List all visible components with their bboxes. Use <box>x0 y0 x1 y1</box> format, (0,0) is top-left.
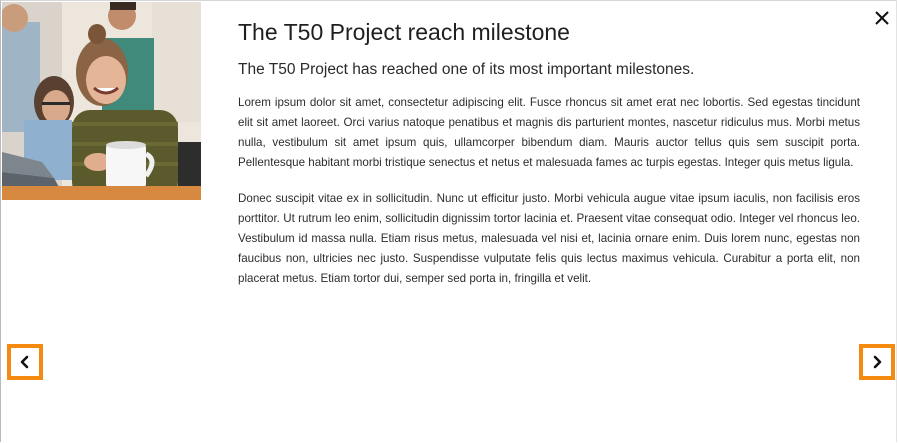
chevron-left-icon <box>20 355 29 369</box>
article-subtitle: The T50 Project has reached one of its m… <box>238 61 695 78</box>
article-content: The T50 Project reach milestone The T50 … <box>238 17 860 289</box>
article-title: The T50 Project reach milestone <box>238 19 570 45</box>
next-button[interactable] <box>859 344 895 380</box>
chevron-right-icon <box>873 355 882 369</box>
close-icon <box>875 11 889 25</box>
article-paragraph: Donec suscipit vitae ex in sollicitudin.… <box>238 192 860 285</box>
previous-button[interactable] <box>7 344 43 380</box>
article-photo <box>2 2 201 200</box>
article-paragraph: Lorem ipsum dolor sit amet, consectetur … <box>238 96 860 169</box>
close-button[interactable] <box>872 8 892 28</box>
news-modal: The T50 Project reach milestone The T50 … <box>0 0 897 442</box>
